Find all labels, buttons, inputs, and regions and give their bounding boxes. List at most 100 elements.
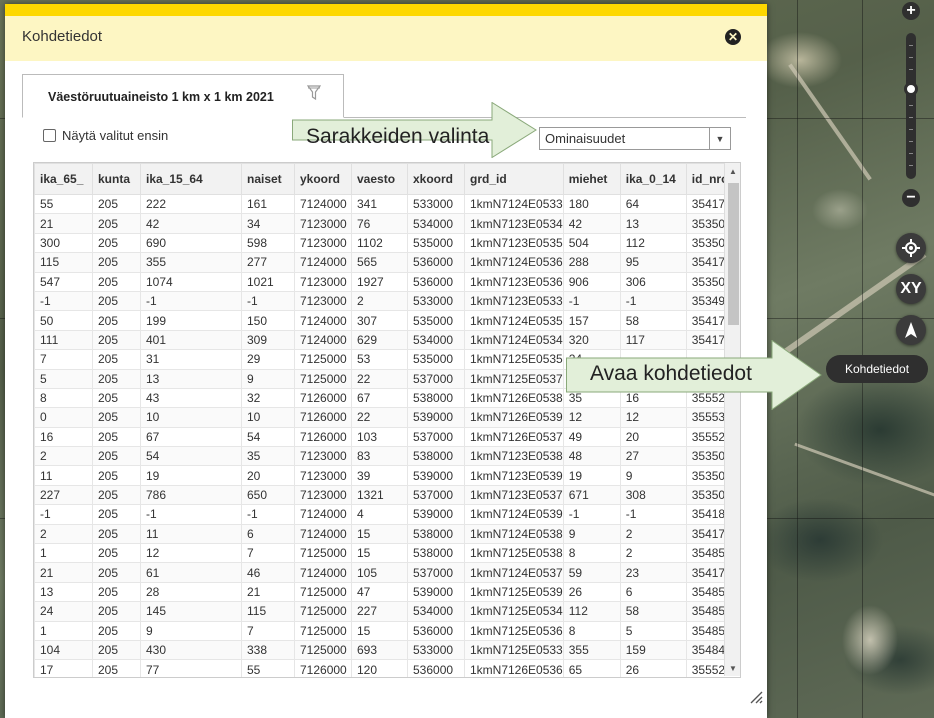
table-cell: 26: [619, 659, 687, 677]
table-row[interactable]: 115 205 355 277 7124000 565 536000 1kmN7124E053…: [34, 252, 740, 273]
table-cell: 205: [92, 446, 141, 467]
table-cell: 83: [351, 446, 408, 467]
table-row[interactable]: 24 205 145 115 7125000 227 534000 1kmN7125E0534…: [34, 601, 740, 622]
table-row[interactable]: 300 205 690 598 7123000 1102 535000 1kmN7123E05…: [34, 232, 740, 254]
table-cell: 205: [92, 407, 141, 428]
table-row[interactable]: 2 205 54 35 7123000 83 538000 1kmN7123E0538 48 27…: [34, 446, 740, 467]
scrollbar-thumb[interactable]: [728, 183, 739, 325]
table-row[interactable]: 0 205 10 10 7126000 22 539000 1kmN7126E0539 12 12…: [34, 407, 740, 428]
column-header-vaesto[interactable]: vaesto: [351, 163, 408, 195]
table-cell: 22: [351, 368, 408, 389]
table-row[interactable]: 11 205 19 20 7123000 39 539000 1kmN7123E0539 19 9…: [34, 465, 740, 486]
column-header-miehet[interactable]: miehet: [562, 163, 621, 195]
checkbox[interactable]: [43, 129, 56, 142]
table-cell: 77: [140, 659, 242, 677]
columns-select[interactable]: Ominaisuudet ▼: [539, 127, 731, 150]
column-header-ika-0-14[interactable]: ika_0_14: [619, 163, 687, 195]
table-cell: 7125000: [294, 349, 352, 370]
zoom-slider[interactable]: [906, 33, 916, 179]
table-cell: 115: [34, 252, 93, 273]
table-cell: 64: [619, 193, 687, 215]
table-cell: 547: [34, 271, 93, 292]
table-cell: 690: [140, 232, 242, 254]
table-row[interactable]: 55 205 222 161 7124000 341 533000 1kmN7124E0533…: [34, 193, 740, 215]
table-cell: 671: [562, 484, 621, 506]
table-cell: 12: [619, 407, 687, 428]
scroll-down-icon[interactable]: ▼: [725, 662, 741, 676]
table-cell: 7: [241, 620, 295, 641]
table-cell: 537000: [407, 562, 465, 583]
table-row[interactable]: 17 205 77 55 7126000 120 536000 1kmN7126E0536 65…: [34, 659, 740, 677]
table-cell: 15: [351, 543, 408, 564]
table-cell: 7125000: [294, 581, 352, 603]
table-row[interactable]: 104 205 430 338 7125000 693 533000 1kmN7125E053…: [34, 639, 740, 661]
table-cell: 205: [92, 290, 141, 312]
table-cell: 7125000: [294, 601, 352, 622]
coordinate-tool-button[interactable]: XY: [896, 274, 926, 304]
table-row[interactable]: 50 205 199 150 7124000 307 535000 1kmN7124E0535…: [34, 310, 740, 331]
table-cell: 5: [619, 620, 687, 641]
column-header-ika-15-64[interactable]: ika_15_64: [140, 163, 242, 195]
zoom-out-button[interactable]: −: [902, 189, 920, 207]
table-cell: 9: [140, 620, 242, 641]
table-cell: 537000: [407, 368, 465, 389]
table-cell: 1102: [351, 232, 408, 254]
table-row[interactable]: 21 205 42 34 7123000 76 534000 1kmN7123E0534 42 1…: [34, 213, 740, 234]
table-cell: 2: [351, 290, 408, 312]
table-cell: -1: [241, 290, 295, 312]
table-cell: 7126000: [294, 659, 352, 677]
table-cell: 104: [34, 639, 93, 661]
kohdetiedot-tooltip[interactable]: Kohdetiedot: [826, 355, 928, 383]
table-cell: 1kmN7123E0537: [464, 484, 564, 506]
table-scrollbar[interactable]: ▲ ▼: [724, 163, 740, 676]
table-cell: 42: [562, 213, 621, 234]
zoom-in-button[interactable]: +: [902, 2, 920, 20]
table-row[interactable]: 16 205 67 54 7126000 103 537000 1kmN7126E0537 49…: [34, 426, 740, 448]
tab-label: Väestöruutuaineisto 1 km x 1 km 2021: [48, 90, 274, 104]
table-row[interactable]: -1 205 -1 -1 7124000 4 539000 1kmN7124E0539 -1 -1…: [34, 504, 740, 525]
column-header-ika-65[interactable]: ika_65_: [34, 163, 93, 195]
table-cell: 32: [241, 387, 295, 409]
column-header-grd-id[interactable]: grd_id: [464, 163, 564, 195]
resize-handle-icon[interactable]: [749, 690, 763, 704]
table-row[interactable]: 227 205 786 650 7123000 1321 537000 1kmN7123E05…: [34, 484, 740, 506]
table-cell: 48: [562, 446, 621, 467]
table-cell: 7123000: [294, 213, 352, 234]
table-row[interactable]: 1 205 9 7 7125000 15 536000 1kmN7125E0536 8 5 3548…: [34, 620, 740, 641]
columns-select-value: Ominaisuudet: [545, 131, 626, 146]
table-row[interactable]: 21 205 61 46 7124000 105 537000 1kmN7124E0537 59…: [34, 562, 740, 583]
table-row[interactable]: -1 205 -1 -1 7123000 2 533000 1kmN7123E0533 -1 -1…: [34, 290, 740, 312]
table-cell: 58: [619, 601, 687, 622]
north-button[interactable]: [896, 315, 926, 345]
table-cell: 7123000: [294, 484, 352, 506]
table-cell: 1kmN7126E0537: [464, 426, 564, 448]
table-cell: 47: [351, 581, 408, 603]
table-cell: 355: [140, 252, 242, 273]
table-row[interactable]: 547 205 1074 1021 7123000 1927 536000 1kmN7123E…: [34, 271, 740, 292]
column-header-naiset[interactable]: naiset: [241, 163, 295, 195]
table-cell: 54: [241, 426, 295, 448]
column-header-xkoord[interactable]: xkoord: [407, 163, 465, 195]
table-cell: 43: [140, 387, 242, 409]
table-cell: 205: [92, 213, 141, 234]
zoom-handle[interactable]: [904, 82, 918, 96]
table-cell: 111: [34, 329, 93, 351]
filter-icon[interactable]: [307, 85, 321, 101]
table-cell: 15: [351, 620, 408, 641]
table-cell: 34: [241, 213, 295, 234]
column-header-ykoord[interactable]: ykoord: [294, 163, 352, 195]
table-row[interactable]: 1 205 12 7 7125000 15 538000 1kmN7125E0538 8 2 354…: [34, 543, 740, 564]
table-row[interactable]: 13 205 28 21 7125000 47 539000 1kmN7125E0539 26 6…: [34, 581, 740, 603]
close-icon[interactable]: ✕: [725, 28, 741, 45]
show-selected-first-checkbox[interactable]: Näytä valitut ensin: [43, 128, 168, 143]
scroll-up-icon[interactable]: ▲: [725, 165, 741, 179]
table-cell: 535000: [407, 232, 465, 254]
table-cell: 205: [92, 620, 141, 641]
table-cell: 401: [140, 329, 242, 351]
table-cell: 7124000: [294, 504, 352, 525]
table-cell: 7125000: [294, 368, 352, 389]
table-cell: 7126000: [294, 407, 352, 428]
locate-button[interactable]: [896, 233, 926, 263]
column-header-kunta[interactable]: kunta: [92, 163, 141, 195]
table-row[interactable]: 2 205 11 6 7124000 15 538000 1kmN7124E0538 9 2 354…: [34, 523, 740, 545]
